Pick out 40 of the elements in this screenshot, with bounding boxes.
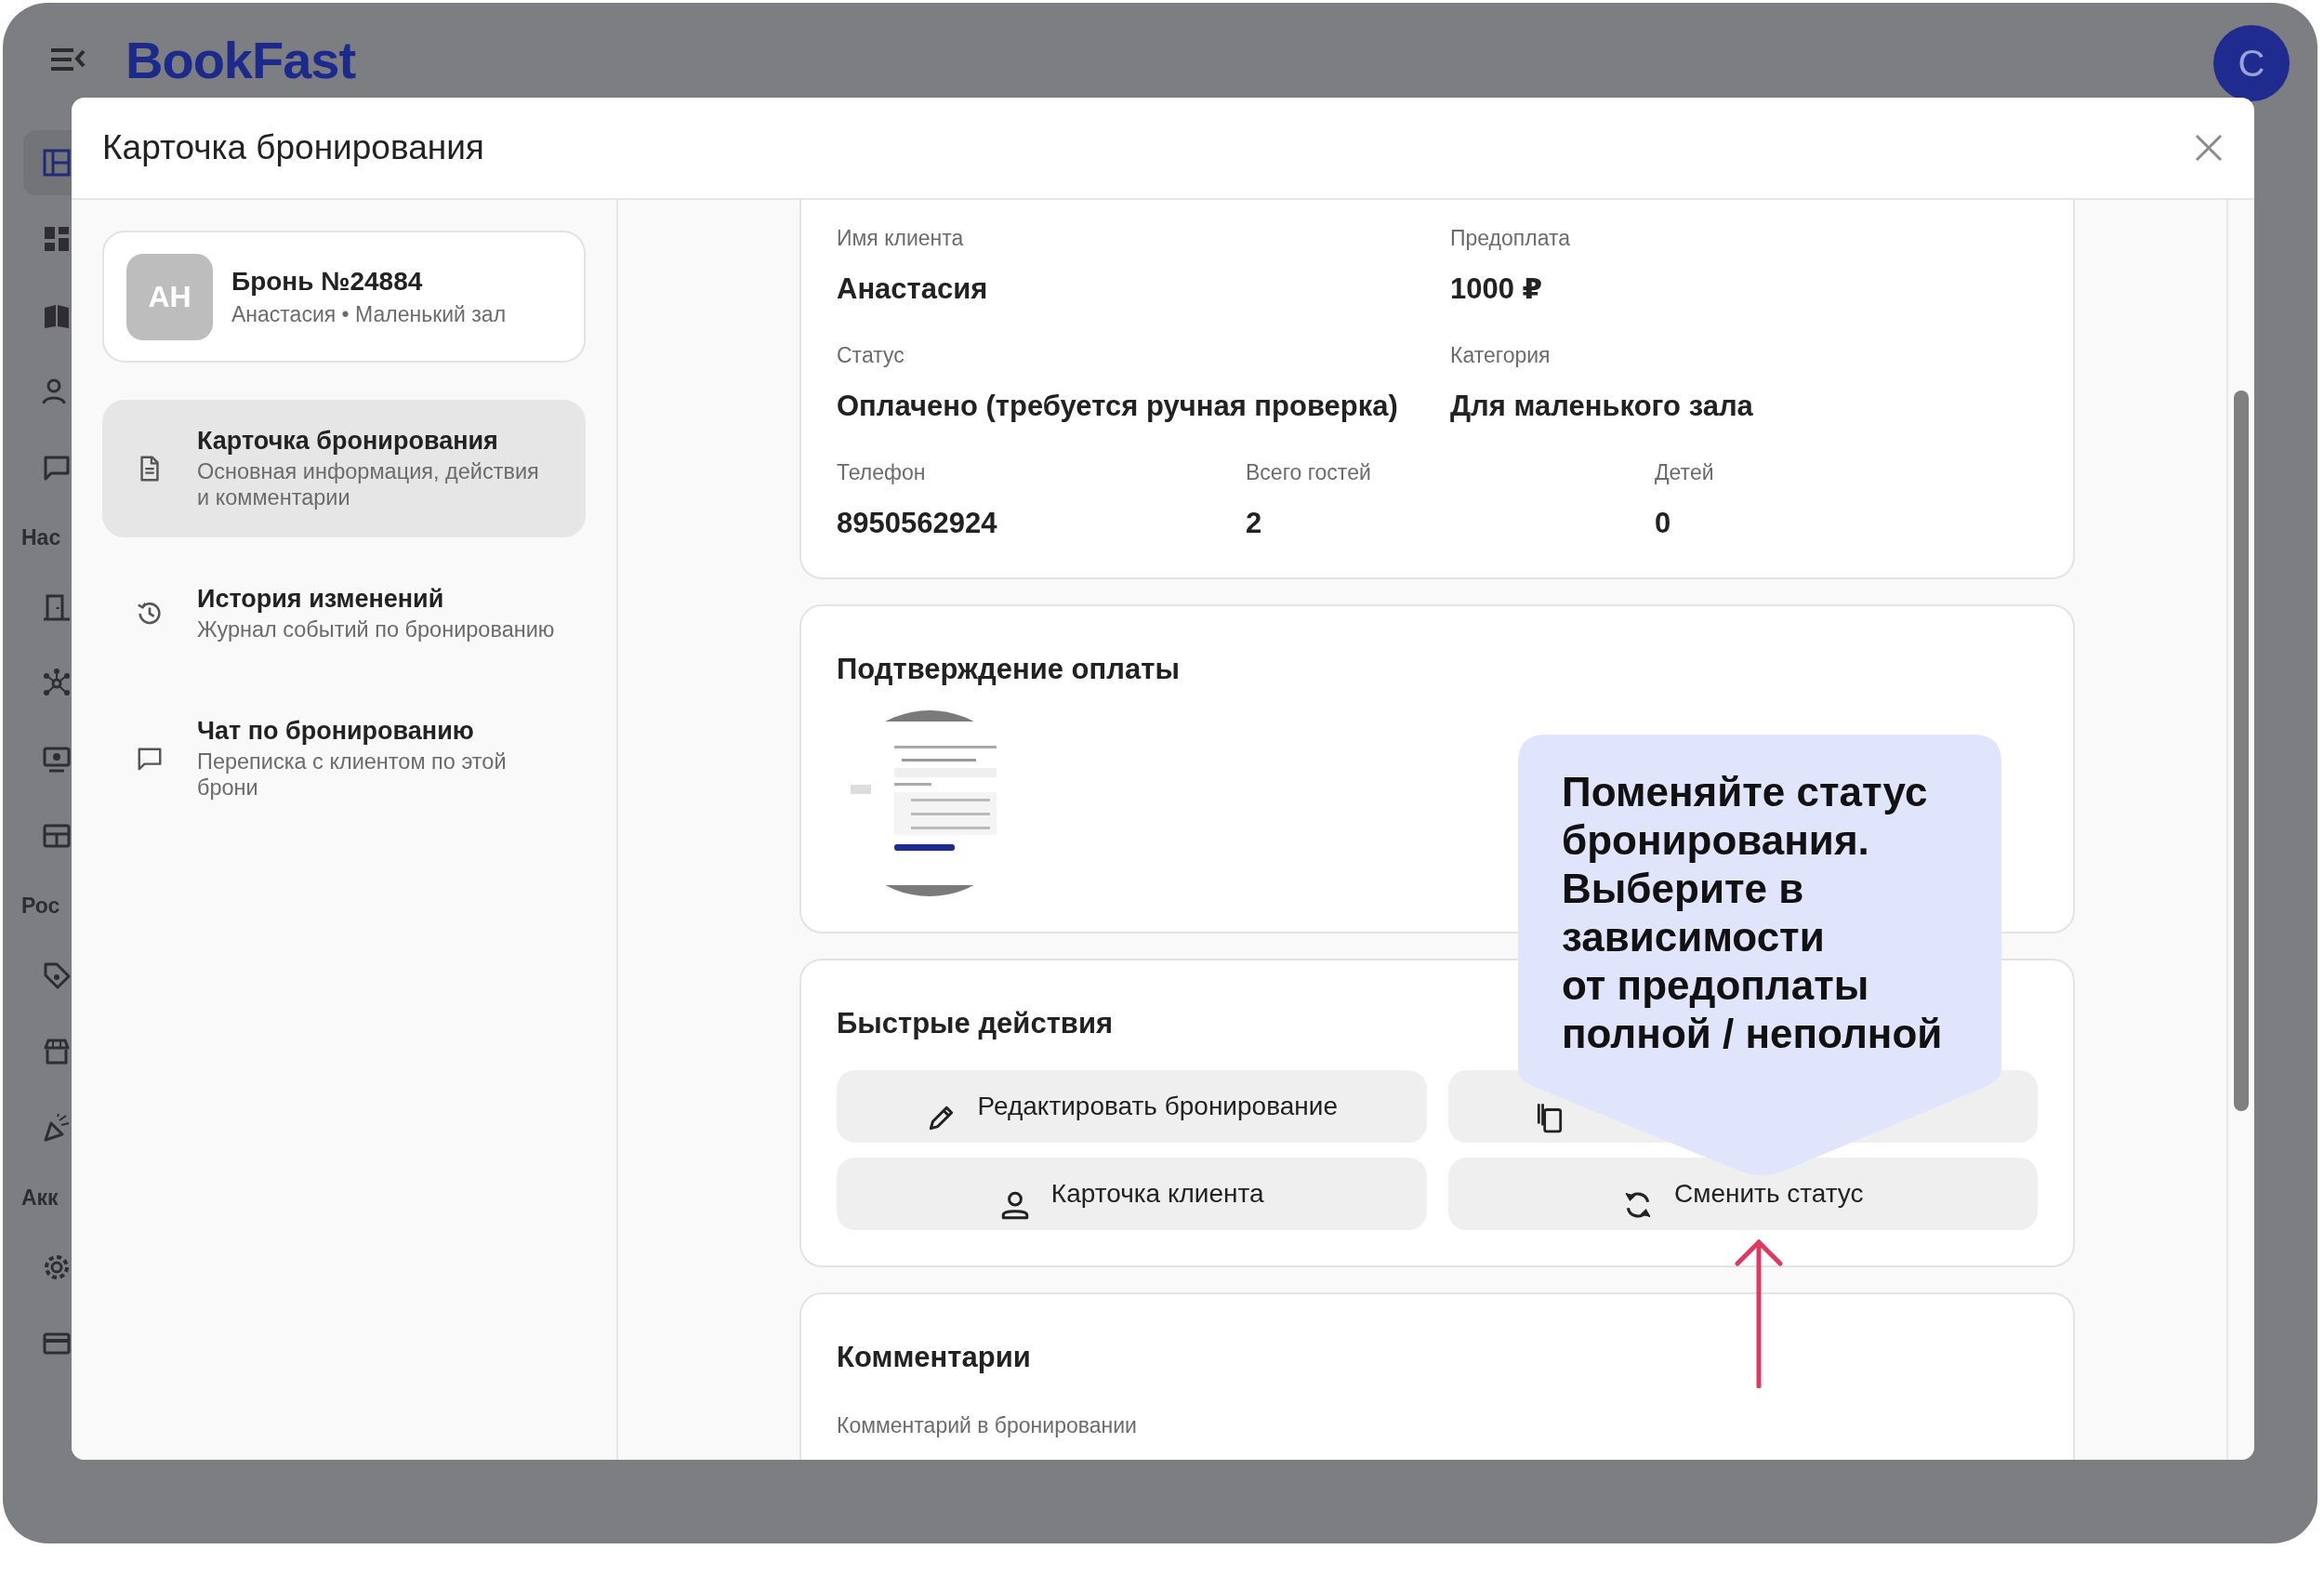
section-heading: Акк — [21, 1185, 59, 1211]
menu-item-title: Карточка бронирования — [197, 427, 499, 456]
menu-item-description: Основная информация, действия и комментарии — [197, 459, 540, 510]
field-value: 0 — [1655, 506, 1672, 541]
field-label: Телефон — [837, 459, 927, 486]
booking-number: Бронь №24884 — [231, 266, 424, 297]
field-label: Предоплата — [1450, 225, 1572, 252]
action-button[interactable]: Редактировать бронирование — [837, 1070, 1427, 1143]
modal-title: Карточка бронирования — [102, 128, 484, 167]
field-label: Детей — [1655, 459, 1715, 486]
field-value: Оплачено (требуется ручная проверка) — [837, 389, 1399, 424]
field-label: Имя клиента — [837, 225, 965, 252]
card-title: Подтверждение оплаты — [837, 652, 1180, 687]
field-label: Категория — [1450, 342, 1552, 369]
field-label: Комментарий в бронировании — [837, 1413, 1138, 1438]
avatar: АН — [126, 253, 213, 340]
section-heading: Рос — [21, 893, 60, 919]
side-menu-item[interactable]: История изменений Журнал событий по бронированию — [102, 545, 586, 682]
field-value: Для маленького зала — [1450, 389, 1754, 424]
field-value: 1000 ₽ — [1450, 271, 1544, 307]
side-menu-item[interactable]: Карточка бронирования Основная информация, действия и комментарии — [102, 400, 586, 537]
action-button[interactable]: Сменить статус — [1447, 1158, 2038, 1230]
side-menu-item[interactable]: Чат по бронированию Переписка с клиентом по этой брони — [102, 690, 586, 828]
booking-subtitle: Анастасия • Маленький зал — [231, 301, 507, 327]
field-label: Статус — [837, 342, 905, 369]
field-value: Анастасия — [837, 271, 989, 307]
action-button[interactable]: Карточка клиента — [837, 1158, 1427, 1230]
menu-item-description: Журнал событий по бронированию — [197, 616, 555, 643]
section-heading: Нас — [21, 524, 61, 550]
field-value: 8950562924 — [837, 506, 998, 541]
menu-item-description: Переписка с клиентом по этой брони — [197, 749, 508, 801]
field-value: 2 — [1246, 506, 1263, 541]
field-label: Всего гостей — [1246, 459, 1372, 486]
card-title: Комментарии — [837, 1340, 1031, 1375]
menu-item-title: История изменений — [197, 584, 445, 614]
card-title: Быстрые действия — [837, 1006, 1114, 1041]
user-avatar[interactable]: C — [2213, 25, 2290, 101]
logo: BookFast — [125, 29, 356, 90]
menu-item-title: Чат по бронированию — [197, 717, 475, 746]
tooltip: Поменяйте статус бронирования. Выберите в зависимости от предоплаты полной / неполной — [1518, 735, 2001, 1176]
